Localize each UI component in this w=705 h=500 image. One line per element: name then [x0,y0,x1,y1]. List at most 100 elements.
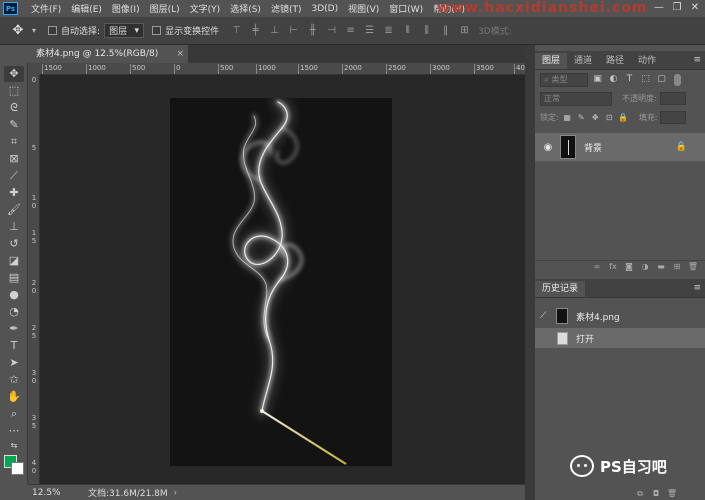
distribute-vcenter-icon[interactable]: ☰ [362,23,377,38]
auto-select-dropdown[interactable]: 图层 ▾ [104,23,145,38]
distribute-left-icon[interactable]: ⫴ [400,23,415,38]
type-tool-icon[interactable]: T [4,338,24,354]
eraser-tool-icon[interactable]: ◪ [4,253,24,269]
layer-style-icon[interactable]: fx [607,261,619,273]
brush-tool-icon[interactable]: 🖌 [4,202,24,218]
tab-paths[interactable]: 路径 [599,53,631,69]
layer-row-background[interactable]: ◉ 背景 🔒 [535,133,705,161]
menu-edit[interactable]: 编辑(E) [66,2,107,15]
menu-file[interactable]: 文件(F) [26,2,66,15]
align-bottom-icon[interactable]: ⊥ [267,23,282,38]
healing-brush-tool-icon[interactable]: ✚ [4,185,24,201]
path-select-tool-icon[interactable]: ➤ [4,355,24,371]
minimize-icon[interactable]: — [652,2,666,14]
menu-type[interactable]: 文字(Y) [185,2,226,15]
tab-actions[interactable]: 动作 [631,53,663,69]
delete-layer-icon[interactable]: 🗑 [687,261,699,273]
canvas-area[interactable] [40,75,525,484]
more-tools-icon[interactable]: ⋯ [4,423,24,439]
filter-type-icon[interactable]: T [623,73,636,86]
lasso-tool-icon[interactable]: ᘓ [4,100,24,116]
blur-tool-icon[interactable]: ● [4,287,24,303]
dodge-tool-icon[interactable]: ◔ [4,304,24,320]
align-vcenter-icon[interactable]: ╪ [248,23,263,38]
lock-position-icon[interactable]: ✥ [590,112,601,123]
eye-icon[interactable]: ◉ [540,142,556,153]
new-document-from-state-icon[interactable]: ⧉ [634,488,646,500]
auto-select-checkbox[interactable] [48,26,58,35]
blend-mode-dropdown[interactable]: 正常 [540,91,612,106]
lock-transparent-icon[interactable]: ▦ [562,112,573,123]
camera-icon[interactable]: ◘ [650,488,662,500]
align-top-icon[interactable]: ⊤ [229,23,244,38]
new-layer-icon[interactable]: ⊞ [671,261,683,273]
delete-state-icon[interactable]: 🗑 [666,488,678,500]
align-hcenter-icon[interactable]: ╫ [305,23,320,38]
zoom-tool-icon[interactable]: ⌕ [4,406,24,422]
frame-tool-icon[interactable]: ⊠ [4,151,24,167]
horizontal-ruler[interactable]: 1500 1000 500 0 500 1000 1500 2000 2500 … [40,63,525,75]
lock-artboard-icon[interactable]: ⊡ [604,112,615,123]
distribute-top-icon[interactable]: ≡ [343,23,358,38]
align-right-icon[interactable]: ⊣ [324,23,339,38]
clone-stamp-tool-icon[interactable]: ⊥ [4,219,24,235]
auto-align-icon[interactable]: ⊞ [457,23,472,38]
move-tool-icon[interactable]: ✥ [4,66,24,82]
history-snapshot[interactable]: ⟋ 素材4.png [535,304,705,328]
crop-tool-icon[interactable]: ⌗ [4,134,24,150]
filter-smart-object-icon[interactable]: ▢ [655,73,668,86]
menu-view[interactable]: 视图(V) [343,2,384,15]
distribute-bottom-icon[interactable]: ≣ [381,23,396,38]
hand-tool-icon[interactable]: ✋ [4,389,24,405]
close-window-icon[interactable]: ✕ [688,2,702,14]
history-state-open[interactable]: 打开 [535,328,705,348]
menu-layer[interactable]: 图层(L) [145,2,185,15]
document-canvas[interactable] [170,95,392,466]
shape-tool-icon[interactable]: ✩ [4,372,24,388]
adjustment-layer-icon[interactable]: ◑ [639,261,651,273]
lock-all-icon[interactable]: 🔒 [618,112,629,123]
chevron-down-icon[interactable]: ▾ [32,26,36,35]
tab-channels[interactable]: 通道 [567,53,599,69]
menu-image[interactable]: 图像(I) [107,2,145,15]
align-left-icon[interactable]: ⊢ [286,23,301,38]
panel-menu-icon[interactable]: ≡ [693,55,701,65]
maximize-icon[interactable]: ❐ [670,2,684,14]
menu-window[interactable]: 窗口(W) [384,2,428,15]
history-brush-tool-icon[interactable]: ↺ [4,236,24,252]
fill-field[interactable] [660,111,687,124]
ruler-origin[interactable] [28,63,40,75]
zoom-level[interactable]: 12.5% [32,488,68,498]
menu-3d[interactable]: 3D(D) [306,4,343,14]
menu-select[interactable]: 选择(S) [225,2,266,15]
link-layers-icon[interactable]: ∞ [591,261,603,273]
new-group-icon[interactable]: ▬ [655,261,667,273]
tab-history[interactable]: 历史记录 [535,281,586,297]
marquee-tool-icon[interactable]: ⬚ [4,83,24,99]
pen-tool-icon[interactable]: ✒ [4,321,24,337]
filter-toggle[interactable] [674,73,681,86]
menu-filter[interactable]: 滤镜(T) [266,2,307,15]
close-icon[interactable]: × [176,45,184,63]
tab-layers[interactable]: 图层 [535,53,568,69]
layer-mask-icon[interactable]: ◙ [623,261,635,273]
history-brush-source-icon[interactable]: ⟋ [540,311,552,321]
filter-shape-icon[interactable]: ⬚ [639,73,652,86]
vertical-ruler[interactable]: 0 5 1 0 1 5 2 0 2 5 3 0 3 5 4 0 [28,75,40,484]
gradient-tool-icon[interactable]: ▤ [4,270,24,286]
lock-pixels-icon[interactable]: ✎ [576,112,587,123]
panel-menu-icon[interactable]: ≡ [693,283,701,293]
eyedropper-tool-icon[interactable]: ⟋ [4,168,24,184]
move-tool-preset-icon[interactable]: ✥ [8,21,28,41]
quick-select-tool-icon[interactable]: ✎ [4,117,24,133]
filter-adjustment-icon[interactable]: ◐ [607,73,620,86]
distribute-hcenter-icon[interactable]: ⫼ [419,23,434,38]
chevron-right-icon[interactable]: › [174,488,177,497]
document-tab[interactable]: 素材4.png @ 12.5%(RGB/8) × [28,45,188,63]
show-transform-checkbox[interactable] [152,26,162,35]
layer-filter-dropdown[interactable]: ⌕ 类型 [540,72,588,87]
filter-pixel-icon[interactable]: ▣ [591,73,604,86]
swap-colors-icon[interactable]: ⇆ [4,440,24,452]
background-color-swatch[interactable] [11,462,24,475]
opacity-field[interactable] [659,92,686,105]
